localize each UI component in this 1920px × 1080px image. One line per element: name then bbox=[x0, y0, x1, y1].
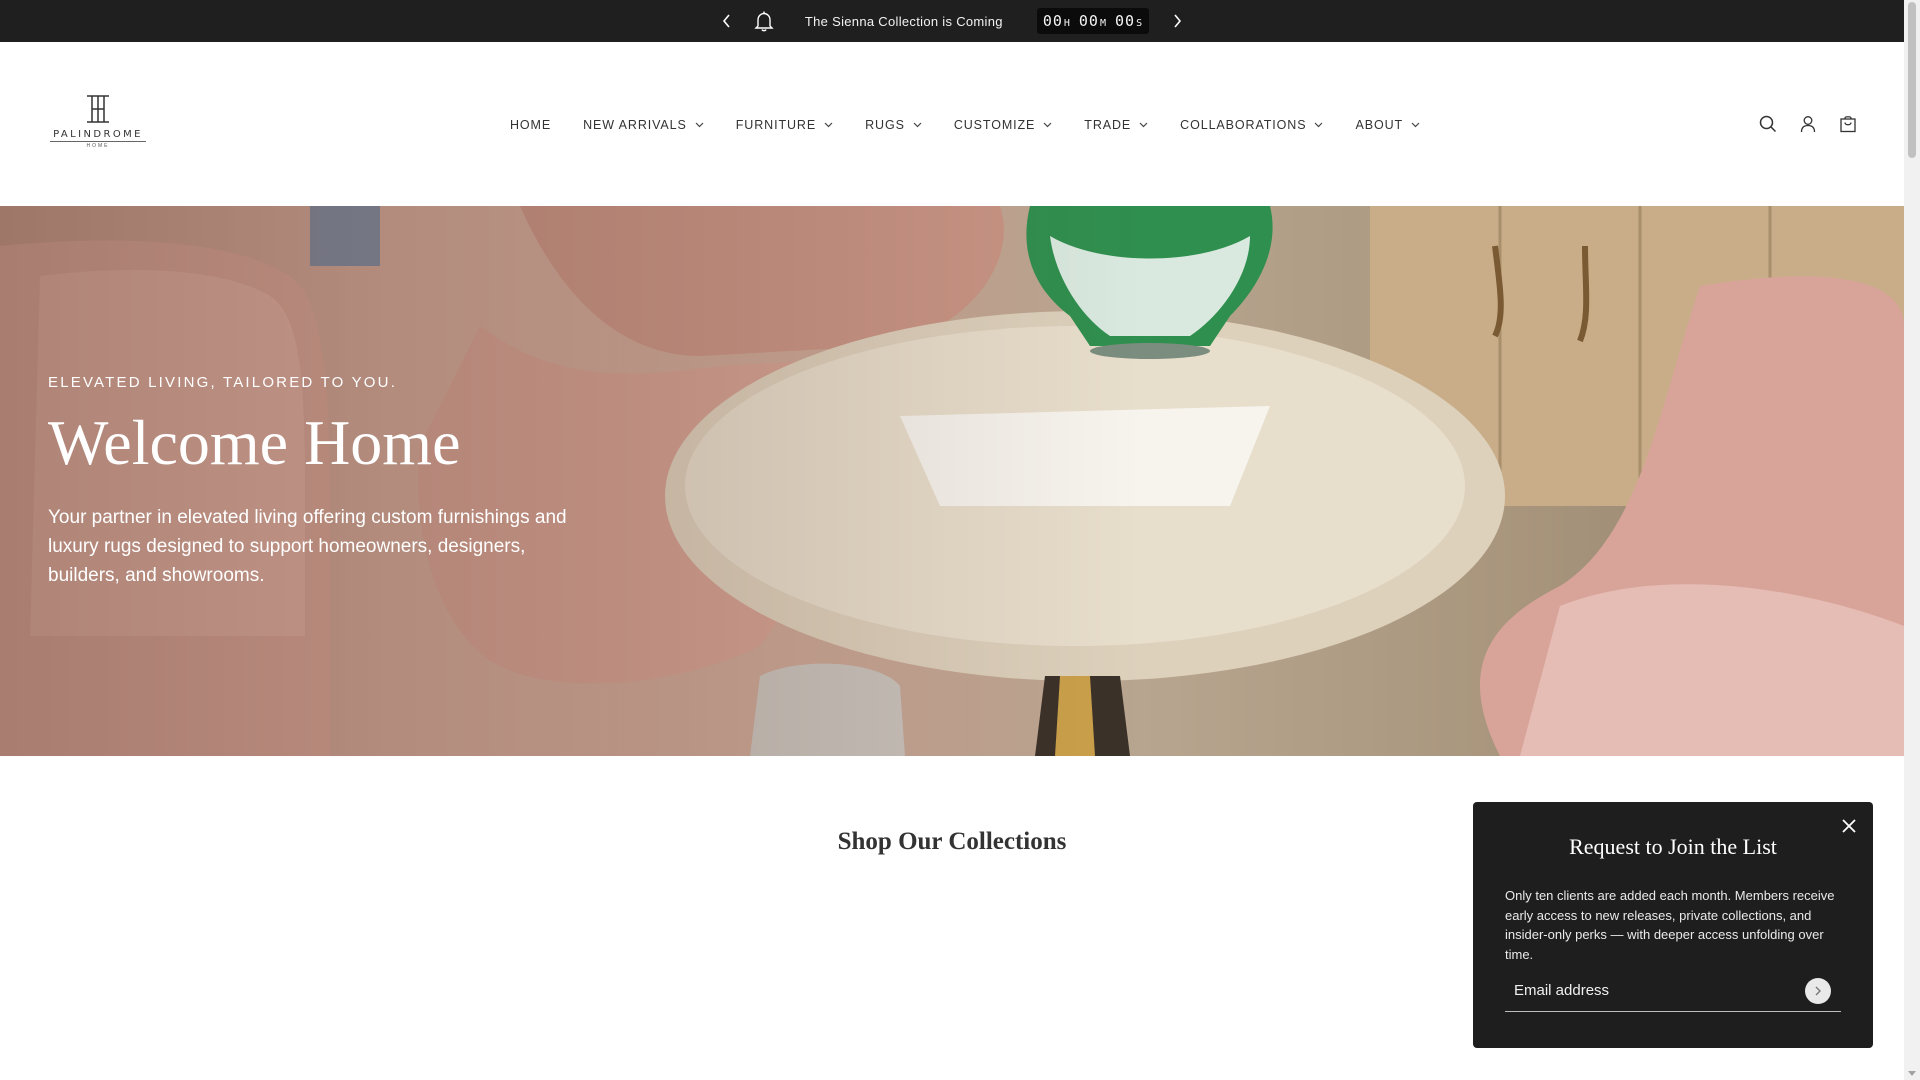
countdown-minutes: 00M bbox=[1078, 12, 1107, 30]
chevron-down-icon bbox=[1043, 122, 1052, 128]
popup-title: Request to Join the List bbox=[1569, 834, 1777, 859]
chevron-down-icon bbox=[1411, 122, 1420, 128]
join-list-popup: Request to Join the List Only ten client… bbox=[1473, 802, 1873, 1048]
header-actions bbox=[1758, 114, 1858, 134]
chevron-right-icon bbox=[1174, 14, 1182, 28]
email-field-wrapper bbox=[1505, 970, 1841, 1012]
main-nav: HOME NEW ARRIVALS FURNITURE RUGS CUSTOMI… bbox=[510, 118, 1452, 132]
chevron-down-icon bbox=[913, 122, 922, 128]
nav-item-furniture[interactable]: FURNITURE bbox=[736, 118, 833, 132]
email-field[interactable] bbox=[1505, 982, 1795, 999]
nav-item-collaborations[interactable]: COLLABORATIONS bbox=[1180, 118, 1323, 132]
cart-icon[interactable] bbox=[1838, 114, 1858, 134]
nav-item-home[interactable]: HOME bbox=[510, 118, 551, 132]
scrollbar-thumb[interactable] bbox=[1908, 2, 1916, 158]
page-scrollbar[interactable] bbox=[1904, 0, 1920, 1080]
logo-subline: HOME bbox=[50, 141, 146, 149]
account-icon[interactable] bbox=[1798, 114, 1818, 134]
nav-item-trade[interactable]: TRADE bbox=[1084, 118, 1148, 132]
announcement-message[interactable]: The Sienna Collection is Coming bbox=[805, 14, 1003, 29]
site-logo[interactable]: PALINDROME HOME bbox=[48, 94, 148, 154]
bell-icon bbox=[753, 10, 775, 32]
countdown-seconds: 00S bbox=[1115, 12, 1144, 30]
chevron-right-icon bbox=[1815, 986, 1821, 996]
search-icon[interactable] bbox=[1758, 114, 1778, 134]
logo-wordmark: PALINDROME bbox=[53, 129, 143, 140]
chevron-down-icon bbox=[824, 122, 833, 128]
chevron-left-icon bbox=[722, 14, 730, 28]
submit-email-button[interactable] bbox=[1805, 978, 1831, 1004]
hero-eyebrow: ELEVATED LIVING, TAILORED TO YOU. bbox=[48, 374, 398, 391]
hero-content: ELEVATED LIVING, TAILORED TO YOU. Welcom… bbox=[48, 374, 608, 590]
hero-title: Welcome Home bbox=[48, 407, 461, 478]
close-icon[interactable] bbox=[1839, 816, 1859, 836]
hero-banner: ELEVATED LIVING, TAILORED TO YOU. Welcom… bbox=[0, 206, 1904, 756]
next-announcement-button[interactable] bbox=[1165, 9, 1189, 33]
announcement-bar: The Sienna Collection is Coming 00H 00M … bbox=[0, 0, 1904, 42]
countdown-hours: 00H bbox=[1042, 12, 1071, 30]
chevron-down-icon bbox=[1314, 122, 1323, 128]
countdown-timer: 00H 00M 00S bbox=[1036, 8, 1150, 34]
hero-subtitle: Your partner in elevated living offering… bbox=[48, 507, 567, 586]
prev-announcement-button[interactable] bbox=[715, 9, 739, 33]
nav-item-new-arrivals[interactable]: NEW ARRIVALS bbox=[583, 118, 704, 132]
popup-body: Only ten clients are added each month. M… bbox=[1505, 888, 1835, 962]
chevron-down-icon bbox=[1139, 122, 1148, 128]
site-header: PALINDROME HOME HOME NEW ARRIVALS FURNIT… bbox=[0, 42, 1904, 206]
scroll-down-arrow-icon[interactable] bbox=[1908, 1071, 1916, 1076]
nav-item-about[interactable]: ABOUT bbox=[1355, 118, 1420, 132]
nav-item-rugs[interactable]: RUGS bbox=[865, 118, 922, 132]
chevron-down-icon bbox=[695, 122, 704, 128]
nav-item-customize[interactable]: CUSTOMIZE bbox=[954, 118, 1052, 132]
logo-monogram bbox=[87, 95, 109, 123]
